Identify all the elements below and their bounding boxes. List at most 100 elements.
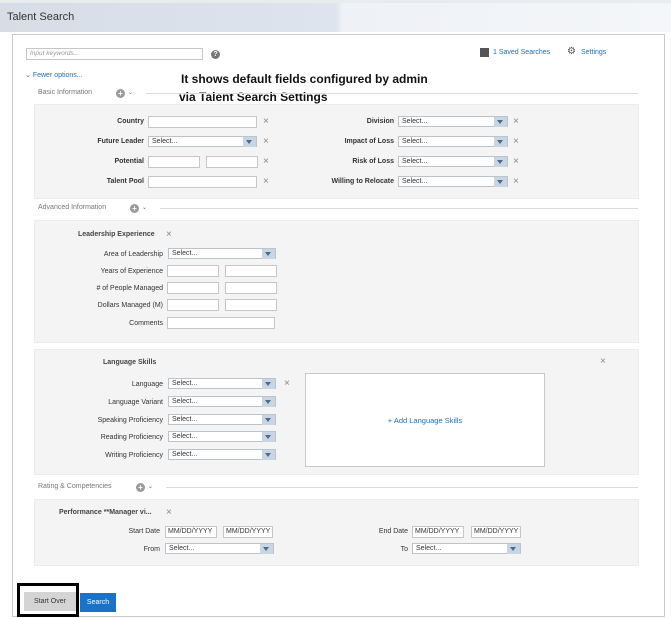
keywords-placeholder: Input keywords... bbox=[30, 50, 80, 57]
to-select[interactable]: Select... bbox=[412, 543, 521, 554]
risk-of-loss-select[interactable]: Select... bbox=[398, 156, 508, 167]
annotation-line-1: It shows default fields configured by ad… bbox=[181, 72, 428, 86]
add-field-ratings-icon[interactable]: + bbox=[136, 483, 145, 492]
language-variant-label: Language Variant bbox=[108, 399, 163, 406]
fewer-options-label: Fewer options... bbox=[32, 72, 83, 79]
dropdown-arrow-icon bbox=[494, 177, 507, 187]
close-icon[interactable]: × bbox=[166, 230, 172, 240]
potential-max-input[interactable] bbox=[206, 156, 258, 168]
from-select[interactable]: Select... bbox=[165, 543, 274, 554]
comments-label: Comments bbox=[129, 320, 163, 327]
risk-of-loss-value: Select... bbox=[402, 158, 428, 165]
chevron-down-icon[interactable]: ⌄ bbox=[148, 483, 153, 490]
end-date-from-input[interactable]: MM/DD/YYYY bbox=[412, 526, 464, 538]
end-date-to-input[interactable]: MM/DD/YYYY bbox=[471, 526, 521, 538]
potential-min-input[interactable] bbox=[148, 156, 200, 168]
writing-proficiency-select[interactable]: Select... bbox=[168, 449, 276, 460]
language-value: Select... bbox=[172, 380, 198, 387]
section-basic-title: Basic Information bbox=[38, 89, 93, 96]
saved-searches-icon bbox=[480, 48, 489, 57]
reading-proficiency-value: Select... bbox=[172, 433, 198, 440]
keywords-input[interactable]: Input keywords... bbox=[26, 48, 203, 60]
add-language-skills-box[interactable]: + Add Language Skills bbox=[305, 373, 545, 467]
area-of-leadership-label: Area of Leadership bbox=[103, 251, 163, 258]
help-icon[interactable]: ? bbox=[211, 50, 220, 59]
close-icon[interactable]: × bbox=[263, 177, 269, 187]
close-icon[interactable]: × bbox=[513, 157, 519, 167]
willing-to-relocate-value: Select... bbox=[402, 178, 428, 185]
add-field-basic-icon[interactable]: + bbox=[116, 89, 125, 98]
dropdown-arrow-icon bbox=[243, 137, 256, 147]
from-label: From bbox=[143, 546, 160, 553]
risk-of-loss-label: Risk of Loss bbox=[352, 158, 394, 165]
dropdown-arrow-icon bbox=[507, 544, 520, 554]
dropdown-arrow-icon bbox=[262, 397, 275, 407]
chevron-down-icon[interactable]: ⌄ bbox=[142, 204, 147, 211]
close-icon[interactable]: × bbox=[263, 157, 269, 167]
close-icon[interactable]: × bbox=[166, 508, 172, 518]
future-leader-value: Select... bbox=[152, 138, 178, 145]
dollars-max-input[interactable] bbox=[225, 299, 277, 311]
close-icon[interactable]: × bbox=[513, 137, 519, 147]
end-date-label: End Date bbox=[378, 528, 408, 535]
writing-proficiency-label: Writing Proficiency bbox=[105, 452, 163, 459]
to-value: Select... bbox=[416, 545, 442, 552]
language-select[interactable]: Select... bbox=[168, 378, 276, 389]
speaking-proficiency-value: Select... bbox=[172, 416, 198, 423]
divider bbox=[146, 93, 638, 94]
language-skills-title: Language Skills bbox=[103, 359, 157, 366]
page-title: Talent Search bbox=[7, 11, 75, 23]
impact-of-loss-select[interactable]: Select... bbox=[398, 136, 508, 147]
language-variant-select[interactable]: Select... bbox=[168, 396, 276, 407]
writing-proficiency-value: Select... bbox=[172, 451, 198, 458]
years-of-experience-label: Years of Experience bbox=[100, 268, 163, 275]
speaking-proficiency-select[interactable]: Select... bbox=[168, 414, 276, 425]
years-max-input[interactable] bbox=[225, 265, 277, 277]
chevron-down-icon[interactable]: ⌄ bbox=[128, 89, 133, 96]
dropdown-arrow-icon bbox=[262, 450, 275, 460]
section-advanced-title: Advanced Information bbox=[38, 204, 107, 211]
future-leader-select[interactable]: Select... bbox=[148, 136, 257, 147]
country-input[interactable] bbox=[148, 116, 257, 128]
close-icon[interactable]: × bbox=[263, 117, 269, 127]
impact-of-loss-value: Select... bbox=[402, 138, 428, 145]
divider bbox=[166, 487, 638, 488]
search-button[interactable]: Search bbox=[80, 593, 116, 612]
reading-proficiency-select[interactable]: Select... bbox=[168, 431, 276, 442]
dropdown-arrow-icon bbox=[494, 117, 507, 127]
fewer-options-link[interactable]: ⌄ Fewer options... bbox=[25, 71, 83, 79]
start-date-from-input[interactable]: MM/DD/YYYY bbox=[165, 526, 217, 538]
add-language-skills-link[interactable]: + Add Language Skills bbox=[306, 416, 544, 425]
dropdown-arrow-icon bbox=[494, 157, 507, 167]
settings-link[interactable]: Settings bbox=[581, 49, 606, 56]
willing-to-relocate-label: Willing to Relocate bbox=[331, 178, 394, 185]
gear-icon[interactable]: ⚙ bbox=[567, 47, 576, 57]
add-field-advanced-icon[interactable]: + bbox=[130, 204, 139, 213]
close-icon[interactable]: × bbox=[263, 137, 269, 147]
app-header bbox=[0, 0, 671, 32]
willing-to-relocate-select[interactable]: Select... bbox=[398, 176, 508, 187]
start-over-button[interactable]: Start Over bbox=[24, 592, 76, 611]
close-icon[interactable]: × bbox=[600, 357, 606, 367]
division-label: Division bbox=[366, 118, 394, 125]
country-label: Country bbox=[117, 118, 144, 125]
language-label: Language bbox=[131, 381, 163, 388]
leadership-experience-title: Leadership Experience bbox=[78, 231, 155, 238]
saved-searches-link[interactable]: 1 Saved Searches bbox=[493, 49, 550, 56]
speaking-proficiency-label: Speaking Proficiency bbox=[97, 417, 163, 424]
dollars-min-input[interactable] bbox=[167, 299, 219, 311]
close-icon[interactable]: × bbox=[284, 379, 290, 389]
close-icon[interactable]: × bbox=[513, 177, 519, 187]
talent-pool-input[interactable] bbox=[148, 176, 257, 188]
potential-label: Potential bbox=[114, 158, 144, 165]
start-date-label: Start Date bbox=[128, 528, 160, 535]
dropdown-arrow-icon bbox=[262, 415, 275, 425]
division-select[interactable]: Select... bbox=[398, 116, 508, 127]
people-min-input[interactable] bbox=[167, 282, 219, 294]
people-max-input[interactable] bbox=[225, 282, 277, 294]
start-date-to-input[interactable]: MM/DD/YYYY bbox=[223, 526, 273, 538]
area-of-leadership-select[interactable]: Select... bbox=[168, 248, 276, 259]
comments-input[interactable] bbox=[167, 317, 275, 329]
years-min-input[interactable] bbox=[167, 265, 219, 277]
close-icon[interactable]: × bbox=[513, 117, 519, 127]
